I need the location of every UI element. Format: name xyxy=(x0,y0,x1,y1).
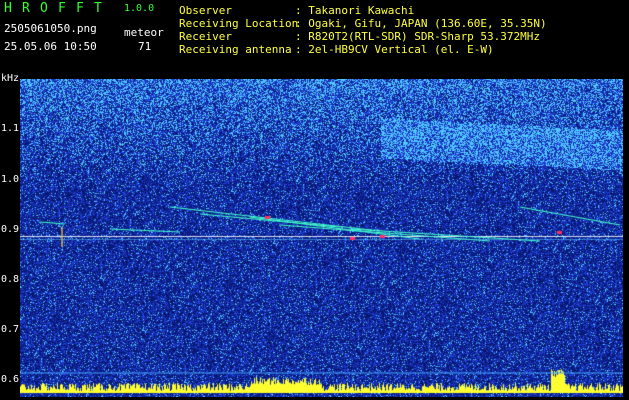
location-label: Receiving Location xyxy=(179,17,299,30)
observer-value: : Takanori Kawachi xyxy=(295,4,415,17)
location-value: : Ogaki, Gifu, JAPAN (136.60E, 35.35N) xyxy=(295,17,547,30)
app-version: 1.0.0 xyxy=(124,3,155,14)
capture-datetime: 25.05.06 10:50 xyxy=(4,40,97,53)
y-tick-label: 1.1 xyxy=(1,123,20,134)
observer-label: Observer xyxy=(179,4,232,17)
app-title: HROFFT xyxy=(4,1,112,16)
y-tick-label: 0.9 xyxy=(1,224,20,235)
meteor-label: meteor xyxy=(124,26,164,39)
receiver-value: : R820T2(RTL-SDR) SDR-Sharp 53.372MHz xyxy=(295,30,541,43)
antenna-label: Receiving antenna xyxy=(179,43,292,56)
y-tick-label: 0.8 xyxy=(1,274,20,285)
info-labels: Observer Receiving Location Receiver Rec… xyxy=(179,4,298,56)
info-values: : Takanori Kawachi : Ogaki, Gifu, JAPAN … xyxy=(295,4,547,56)
title-letter: O xyxy=(40,1,48,16)
antenna-value: : 2el-HB9CV Vertical (el. E-W) xyxy=(295,43,494,56)
file-name: 2505061050.png xyxy=(4,22,97,35)
title-letter: F xyxy=(58,1,66,16)
meteor-count: 71 xyxy=(138,40,152,53)
y-axis-unit: kHz xyxy=(1,73,20,84)
title-letter: T xyxy=(94,1,102,16)
spectrogram-panel xyxy=(20,79,623,397)
spectrogram-canvas xyxy=(20,79,623,397)
y-tick-label: 0.7 xyxy=(1,324,20,335)
title-letter: F xyxy=(76,1,84,16)
title-letter: R xyxy=(22,1,30,16)
y-tick-label: 1.0 xyxy=(1,174,20,185)
y-tick-label: 0.6 xyxy=(1,374,20,385)
receiver-label: Receiver xyxy=(179,30,232,43)
hrofft-window: HROFFT 1.0.0 2505061050.png 25.05.06 10:… xyxy=(0,0,629,400)
title-letter: H xyxy=(4,1,12,16)
